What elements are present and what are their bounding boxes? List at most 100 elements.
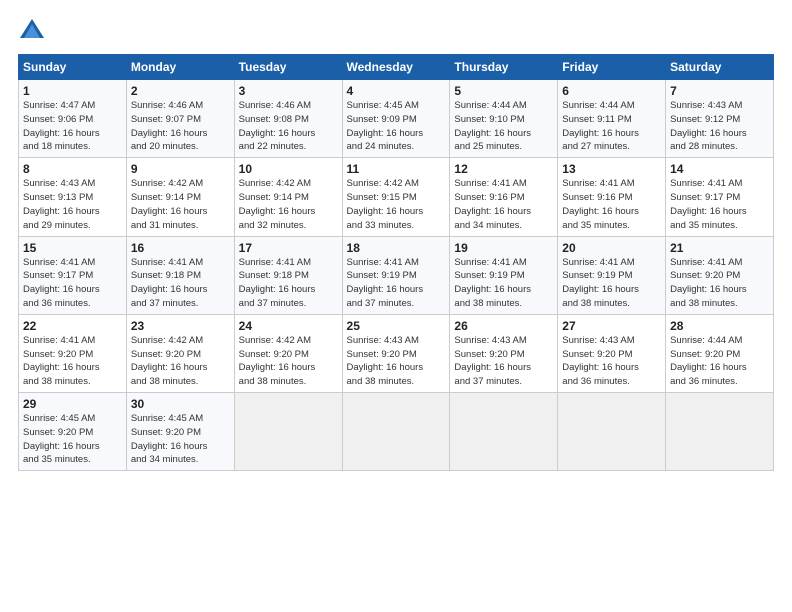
day-cell-29: 29 Sunrise: 4:45 AMSunset: 9:20 PMDayligh… <box>19 393 127 471</box>
day-num: 2 <box>131 84 230 98</box>
day-cell-3: 3Sunrise: 4:46 AMSunset: 9:08 PMDaylight… <box>234 80 342 158</box>
day-cell-empty-4-3 <box>342 393 450 471</box>
day-info: Sunrise: 4:41 AMSunset: 9:16 PMDaylight:… <box>562 178 639 230</box>
day-info: Sunrise: 4:41 AMSunset: 9:18 PMDaylight:… <box>131 257 208 309</box>
page: SundayMondayTuesdayWednesdayThursdayFrid… <box>0 0 792 612</box>
day-num: 10 <box>239 162 338 176</box>
day-cell-16: 16 Sunrise: 4:41 AMSunset: 9:18 PMDayligh… <box>126 236 234 314</box>
day-info: Sunrise: 4:42 AMSunset: 9:14 PMDaylight:… <box>131 178 208 230</box>
day-info: Sunrise: 4:41 AMSunset: 9:16 PMDaylight:… <box>454 178 531 230</box>
day-num: 14 <box>670 162 769 176</box>
day-cell-23: 23 Sunrise: 4:42 AMSunset: 9:20 PMDayligh… <box>126 314 234 392</box>
day-num: 30 <box>131 397 230 411</box>
day-info: Sunrise: 4:43 AMSunset: 9:12 PMDaylight:… <box>670 100 747 152</box>
header-cell-saturday: Saturday <box>666 55 774 80</box>
day-cell-empty-4-2 <box>234 393 342 471</box>
day-cell-empty-4-4 <box>450 393 558 471</box>
day-info: Sunrise: 4:42 AMSunset: 9:20 PMDaylight:… <box>239 335 316 387</box>
day-cell-17: 17 Sunrise: 4:41 AMSunset: 9:18 PMDayligh… <box>234 236 342 314</box>
header <box>18 16 774 44</box>
day-cell-2: 2 Sunrise: 4:46 AMSunset: 9:07 PMDaylight… <box>126 80 234 158</box>
day-num: 15 <box>23 241 122 255</box>
day-cell-11: 11 Sunrise: 4:42 AMSunset: 9:15 PMDayligh… <box>342 158 450 236</box>
day-cell-26: 26Sunrise: 4:43 AMSunset: 9:20 PMDayligh… <box>450 314 558 392</box>
day-cell-empty-4-5 <box>558 393 666 471</box>
day-cell-24: 24Sunrise: 4:42 AMSunset: 9:20 PMDayligh… <box>234 314 342 392</box>
day-num: 4 <box>347 84 446 98</box>
logo <box>18 16 50 44</box>
day-num: 6 <box>562 84 661 98</box>
day-info: Sunrise: 4:42 AMSunset: 9:14 PMDaylight:… <box>239 178 316 230</box>
day-info: Sunrise: 4:44 AMSunset: 9:10 PMDaylight:… <box>454 100 531 152</box>
day-num: 23 <box>131 319 230 333</box>
day-cell-19: 19 Sunrise: 4:41 AMSunset: 9:19 PMDayligh… <box>450 236 558 314</box>
calendar: SundayMondayTuesdayWednesdayThursdayFrid… <box>18 54 774 471</box>
day-num: 13 <box>562 162 661 176</box>
day-cell-13: 13 Sunrise: 4:41 AMSunset: 9:16 PMDayligh… <box>558 158 666 236</box>
day-cell-7: 7 Sunrise: 4:43 AMSunset: 9:12 PMDaylight… <box>666 80 774 158</box>
day-cell-5: 5 Sunrise: 4:44 AMSunset: 9:10 PMDaylight… <box>450 80 558 158</box>
day-cell-4: 4 Sunrise: 4:45 AMSunset: 9:09 PMDaylight… <box>342 80 450 158</box>
week-row-2: 15 Sunrise: 4:41 AMSunset: 9:17 PMDayligh… <box>19 236 774 314</box>
day-info: Sunrise: 4:41 AMSunset: 9:18 PMDaylight:… <box>239 257 316 309</box>
day-info: Sunrise: 4:41 AMSunset: 9:17 PMDaylight:… <box>23 257 100 309</box>
day-info: Sunrise: 4:41 AMSunset: 9:19 PMDaylight:… <box>347 257 424 309</box>
day-cell-12: 12 Sunrise: 4:41 AMSunset: 9:16 PMDayligh… <box>450 158 558 236</box>
day-cell-10: 10 Sunrise: 4:42 AMSunset: 9:14 PMDayligh… <box>234 158 342 236</box>
day-info: Sunrise: 4:44 AMSunset: 9:20 PMDaylight:… <box>670 335 747 387</box>
day-info: Sunrise: 4:42 AMSunset: 9:20 PMDaylight:… <box>131 335 208 387</box>
day-num: 11 <box>347 162 446 176</box>
day-info: Sunrise: 4:43 AMSunset: 9:20 PMDaylight:… <box>562 335 639 387</box>
day-num: 17 <box>239 241 338 255</box>
day-cell-9: 9Sunrise: 4:42 AMSunset: 9:14 PMDaylight… <box>126 158 234 236</box>
day-cell-14: 14 Sunrise: 4:41 AMSunset: 9:17 PMDayligh… <box>666 158 774 236</box>
day-cell-1: 1 Sunrise: 4:47 AMSunset: 9:06 PMDaylight… <box>19 80 127 158</box>
day-cell-28: 28Sunrise: 4:44 AMSunset: 9:20 PMDayligh… <box>666 314 774 392</box>
day-num: 29 <box>23 397 122 411</box>
day-cell-6: 6 Sunrise: 4:44 AMSunset: 9:11 PMDaylight… <box>558 80 666 158</box>
day-info: Sunrise: 4:47 AMSunset: 9:06 PMDaylight:… <box>23 100 100 152</box>
day-num: 7 <box>670 84 769 98</box>
logo-icon <box>18 16 46 44</box>
day-num: 18 <box>347 241 446 255</box>
day-num: 1 <box>23 84 122 98</box>
day-cell-empty-4-6 <box>666 393 774 471</box>
day-num: 21 <box>670 241 769 255</box>
day-num: 27 <box>562 319 661 333</box>
header-cell-monday: Monday <box>126 55 234 80</box>
day-info: Sunrise: 4:43 AMSunset: 9:20 PMDaylight:… <box>454 335 531 387</box>
day-num: 20 <box>562 241 661 255</box>
day-num: 22 <box>23 319 122 333</box>
day-num: 3 <box>239 84 338 98</box>
day-cell-21: 21 Sunrise: 4:41 AMSunset: 9:20 PMDayligh… <box>666 236 774 314</box>
day-cell-30: 30 Sunrise: 4:45 AMSunset: 9:20 PMDayligh… <box>126 393 234 471</box>
day-info: Sunrise: 4:41 AMSunset: 9:20 PMDaylight:… <box>670 257 747 309</box>
day-num: 5 <box>454 84 553 98</box>
day-info: Sunrise: 4:43 AMSunset: 9:13 PMDaylight:… <box>23 178 100 230</box>
day-cell-25: 25 Sunrise: 4:43 AMSunset: 9:20 PMDayligh… <box>342 314 450 392</box>
day-info: Sunrise: 4:44 AMSunset: 9:11 PMDaylight:… <box>562 100 639 152</box>
week-row-4: 29 Sunrise: 4:45 AMSunset: 9:20 PMDayligh… <box>19 393 774 471</box>
day-num: 16 <box>131 241 230 255</box>
day-info: Sunrise: 4:41 AMSunset: 9:17 PMDaylight:… <box>670 178 747 230</box>
day-info: Sunrise: 4:41 AMSunset: 9:19 PMDaylight:… <box>454 257 531 309</box>
header-cell-tuesday: Tuesday <box>234 55 342 80</box>
day-cell-27: 27 Sunrise: 4:43 AMSunset: 9:20 PMDayligh… <box>558 314 666 392</box>
day-info: Sunrise: 4:41 AMSunset: 9:19 PMDaylight:… <box>562 257 639 309</box>
week-row-1: 8Sunrise: 4:43 AMSunset: 9:13 PMDaylight… <box>19 158 774 236</box>
day-info: Sunrise: 4:43 AMSunset: 9:20 PMDaylight:… <box>347 335 424 387</box>
day-num: 19 <box>454 241 553 255</box>
day-info: Sunrise: 4:41 AMSunset: 9:20 PMDaylight:… <box>23 335 100 387</box>
day-num: 12 <box>454 162 553 176</box>
day-cell-22: 22 Sunrise: 4:41 AMSunset: 9:20 PMDayligh… <box>19 314 127 392</box>
day-info: Sunrise: 4:45 AMSunset: 9:20 PMDaylight:… <box>23 413 100 465</box>
day-info: Sunrise: 4:45 AMSunset: 9:20 PMDaylight:… <box>131 413 208 465</box>
day-info: Sunrise: 4:46 AMSunset: 9:07 PMDaylight:… <box>131 100 208 152</box>
day-info: Sunrise: 4:45 AMSunset: 9:09 PMDaylight:… <box>347 100 424 152</box>
day-info: Sunrise: 4:42 AMSunset: 9:15 PMDaylight:… <box>347 178 424 230</box>
header-cell-sunday: Sunday <box>19 55 127 80</box>
header-cell-wednesday: Wednesday <box>342 55 450 80</box>
header-cell-friday: Friday <box>558 55 666 80</box>
day-cell-18: 18 Sunrise: 4:41 AMSunset: 9:19 PMDayligh… <box>342 236 450 314</box>
day-num: 25 <box>347 319 446 333</box>
